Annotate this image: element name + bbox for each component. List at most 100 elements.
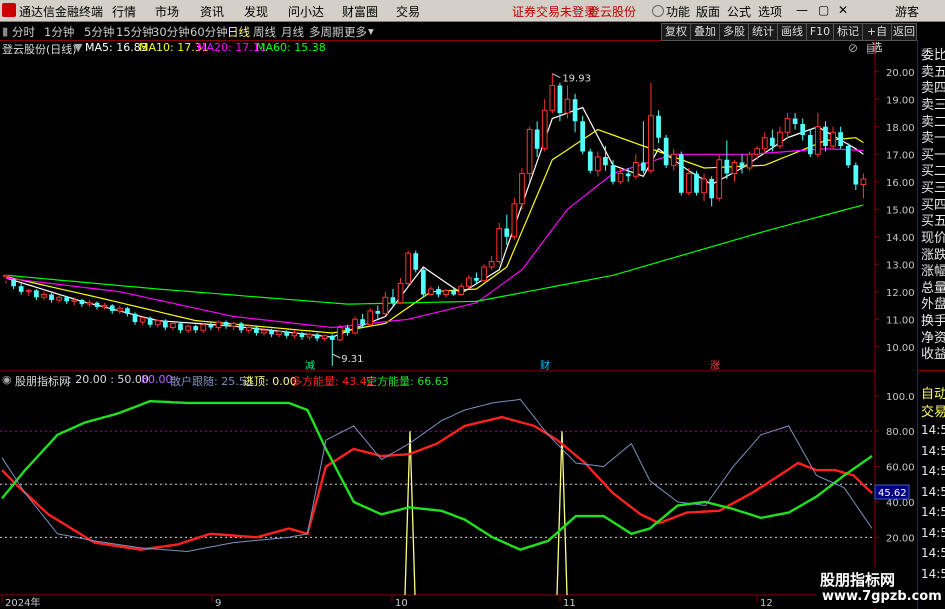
candle bbox=[594, 156, 601, 172]
candle bbox=[139, 317, 146, 323]
login-notice[interactable]: 证券交易未登录 bbox=[512, 3, 596, 20]
price-tick-label: 12.00 bbox=[886, 288, 915, 299]
menu-item-wenxiaoda[interactable]: 问小达 bbox=[288, 3, 324, 20]
candle bbox=[670, 153, 677, 166]
back-button[interactable]: 返回 bbox=[891, 23, 917, 41]
period-weekly[interactable]: 周线 bbox=[253, 24, 276, 40]
draw-line-button[interactable]: 画线 bbox=[777, 23, 807, 41]
candle bbox=[25, 289, 32, 293]
escape-top-label: 逃顶: 0.00 bbox=[243, 375, 297, 388]
candle bbox=[663, 137, 669, 166]
candle bbox=[564, 98, 571, 114]
menu-item-banmian[interactable]: 版面 bbox=[696, 3, 720, 20]
menu-item-faxian[interactable]: 发现 bbox=[244, 3, 268, 20]
candle bbox=[641, 162, 646, 171]
candle bbox=[526, 129, 533, 174]
candle bbox=[739, 162, 745, 168]
candle bbox=[269, 330, 274, 335]
add-watchlist-button[interactable]: +自选 bbox=[862, 23, 892, 54]
tick-time: 14:56 bbox=[921, 546, 945, 560]
candle bbox=[238, 323, 244, 331]
restore-icon[interactable]: ▢ bbox=[818, 3, 829, 17]
candle bbox=[276, 331, 283, 335]
close-icon[interactable]: ✕ bbox=[838, 3, 848, 17]
menu-item-hangqing[interactable]: 行情 bbox=[112, 3, 136, 20]
candle bbox=[413, 253, 419, 270]
period-60min[interactable]: 60分钟 bbox=[190, 24, 228, 40]
menu-item-gongshi[interactable]: 公式 bbox=[727, 3, 751, 20]
candle bbox=[770, 137, 775, 146]
menu-item-caifuquan[interactable]: 财富圈 bbox=[342, 3, 378, 20]
current-value-label: 45.62 bbox=[878, 488, 907, 499]
candle bbox=[154, 320, 161, 326]
candle bbox=[116, 307, 123, 312]
candle bbox=[94, 302, 100, 307]
candle bbox=[428, 288, 434, 295]
mark-button[interactable]: 标记 bbox=[833, 23, 863, 41]
ind-tick-label: 40.00 bbox=[886, 498, 915, 509]
escape-top-spike bbox=[556, 431, 568, 596]
auto-trade-label[interactable]: 自动 bbox=[921, 383, 945, 402]
period-more[interactable]: 更多 bbox=[344, 24, 367, 40]
candle bbox=[367, 310, 374, 326]
price-tick-label: 14.00 bbox=[886, 233, 915, 244]
period-monthly[interactable]: 月线 bbox=[281, 24, 304, 40]
period-toolbar: ▮ 分时 1分钟 5分钟 15分钟 30分钟 60分钟 日线 周线 月线 多周期… bbox=[0, 22, 945, 54]
period-daily[interactable]: 日线 bbox=[227, 24, 250, 40]
search-icon[interactable] bbox=[652, 5, 664, 17]
candle bbox=[291, 332, 298, 337]
candle bbox=[481, 266, 487, 282]
candle bbox=[617, 173, 624, 183]
toolbar-toggle-icon[interactable]: ▮ bbox=[2, 24, 8, 38]
multi-stock-button[interactable]: 多股 bbox=[719, 23, 749, 41]
ind-line-series bbox=[1, 398, 873, 553]
tick-time: 14:56 bbox=[921, 505, 945, 519]
f10-button[interactable]: F10 bbox=[806, 23, 834, 41]
period-fenshi[interactable]: 分时 bbox=[12, 24, 35, 40]
price-tick-label: 13.00 bbox=[886, 260, 915, 271]
menu-item-jiaoyi[interactable]: 交易 bbox=[396, 3, 420, 20]
candle bbox=[86, 302, 93, 305]
user-label[interactable]: 游客 bbox=[895, 3, 919, 20]
minimize-icon[interactable]: — bbox=[796, 3, 808, 17]
menu-item-xuanxiang[interactable]: 选项 bbox=[758, 3, 782, 20]
app-logo-icon bbox=[2, 3, 16, 17]
period-30min[interactable]: 30分钟 bbox=[152, 24, 190, 40]
more-dropdown-icon[interactable]: ▾ bbox=[368, 24, 374, 38]
chart-area[interactable]: 20.00 19.00 18.00 17.00 16.00 15.00 14.00 13.00… bbox=[0, 40, 917, 609]
candle bbox=[245, 327, 252, 331]
ind-tick-label: 80.00 bbox=[886, 427, 915, 438]
candle bbox=[33, 290, 39, 298]
period-1min[interactable]: 1分钟 bbox=[44, 24, 74, 40]
menu-item-shichang[interactable]: 市场 bbox=[155, 3, 179, 20]
indicator-title[interactable]: 股朋指标网 bbox=[15, 373, 70, 389]
period-multi[interactable]: 多周期 bbox=[309, 24, 344, 40]
candle bbox=[147, 317, 153, 325]
candle bbox=[792, 118, 798, 124]
candle bbox=[352, 318, 358, 334]
high-label: 19.93 bbox=[562, 74, 591, 85]
candle bbox=[678, 154, 684, 193]
period-15min[interactable]: 15分钟 bbox=[116, 24, 154, 40]
fuquan-button[interactable]: 复权 bbox=[661, 23, 691, 41]
candle bbox=[420, 269, 426, 295]
candle bbox=[56, 296, 62, 301]
stats-button[interactable]: 统计 bbox=[748, 23, 778, 41]
candle bbox=[716, 159, 723, 199]
menu-item-zixun[interactable]: 资讯 bbox=[200, 3, 224, 20]
overlay-button[interactable]: 叠加 bbox=[690, 23, 720, 41]
panel-separator bbox=[918, 370, 945, 371]
xaxis-label: 12 bbox=[760, 598, 773, 609]
event-marker: 涨 bbox=[710, 360, 720, 372]
watermark: 股朋指标网 www.7gpzb.com bbox=[816, 568, 942, 608]
candle bbox=[208, 324, 214, 328]
candle bbox=[648, 115, 654, 172]
menu-item-gongneng[interactable]: 功能 bbox=[666, 3, 690, 20]
candle bbox=[686, 173, 692, 194]
period-5min[interactable]: 5分钟 bbox=[84, 24, 114, 40]
auto-trade-label[interactable]: 交易 bbox=[921, 401, 945, 420]
candle bbox=[694, 173, 699, 193]
candle bbox=[337, 327, 343, 341]
price-tick-label: 11.00 bbox=[886, 315, 915, 326]
indicator-settings-icon[interactable]: ◉ bbox=[2, 373, 12, 386]
